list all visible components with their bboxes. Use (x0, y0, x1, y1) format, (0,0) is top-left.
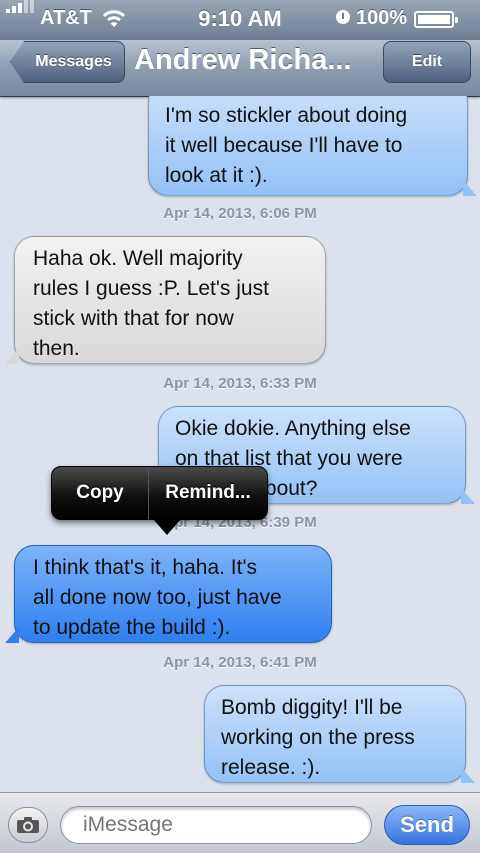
message-line: I think that's it, haha. It's (33, 556, 257, 579)
send-button[interactable]: Send (384, 805, 470, 845)
message-line: Bomb diggity! I'll be (221, 696, 403, 719)
message-line: then. (33, 337, 80, 360)
send-button-label: Send (400, 812, 454, 837)
message-line: Okie dokie. Anything else (175, 417, 411, 440)
context-menu: Copy Remind... (51, 466, 268, 520)
timestamp: Apr 14, 2013, 6:06 PM (163, 205, 317, 222)
battery-percentage: 100% (356, 7, 408, 29)
message-line: rules I guess :P. Let's just (33, 277, 269, 300)
alarm-clock-icon (336, 10, 350, 24)
context-menu-pointer (153, 519, 181, 535)
clock: 9:10 AM (198, 6, 282, 31)
message-bubble-incoming-selected[interactable]: I think that's it, haha. It's all done n… (14, 545, 332, 643)
battery-icon (414, 11, 458, 28)
back-button-label: Messages (35, 53, 112, 70)
message-bubble-outgoing[interactable]: I'm so stickler about doing it well beca… (148, 96, 468, 196)
message-line: all done now too, just have (33, 586, 282, 609)
camera-button[interactable] (8, 807, 48, 843)
conversation-title: Andrew Richa... (134, 44, 352, 76)
message-bubble-outgoing[interactable]: Bomb diggity! I'll be working on the pre… (204, 685, 466, 783)
remind-menu-item[interactable]: Remind... (149, 467, 267, 519)
edit-button[interactable]: Edit (383, 41, 471, 83)
message-line: to update the build :). (33, 616, 231, 639)
timestamp: Apr 14, 2013, 6:33 PM (163, 375, 317, 392)
message-line: release. :). (221, 756, 321, 779)
messages-back-button[interactable]: Messages (10, 41, 125, 83)
message-line: stick with that for now (33, 307, 234, 330)
message-list[interactable]: I'm so stickler about doing it well beca… (0, 96, 480, 792)
status-bar: AT&T 9:10 AM 100% (0, 0, 480, 40)
message-line: working on the press (221, 726, 415, 749)
message-line: Haha ok. Well majority (33, 247, 243, 270)
message-input[interactable] (60, 806, 372, 844)
message-bubble-incoming[interactable]: Haha ok. Well majority rules I guess :P.… (14, 236, 326, 364)
copy-menu-item[interactable]: Copy (52, 467, 149, 519)
message-line: look at it :). (165, 164, 268, 187)
camera-icon (17, 817, 39, 833)
message-line: it well because I'll have to (165, 134, 403, 157)
timestamp: Apr 14, 2013, 6:41 PM (163, 654, 317, 671)
message-line: I'm so stickler about doing (165, 104, 408, 127)
edit-button-label: Edit (411, 53, 443, 70)
